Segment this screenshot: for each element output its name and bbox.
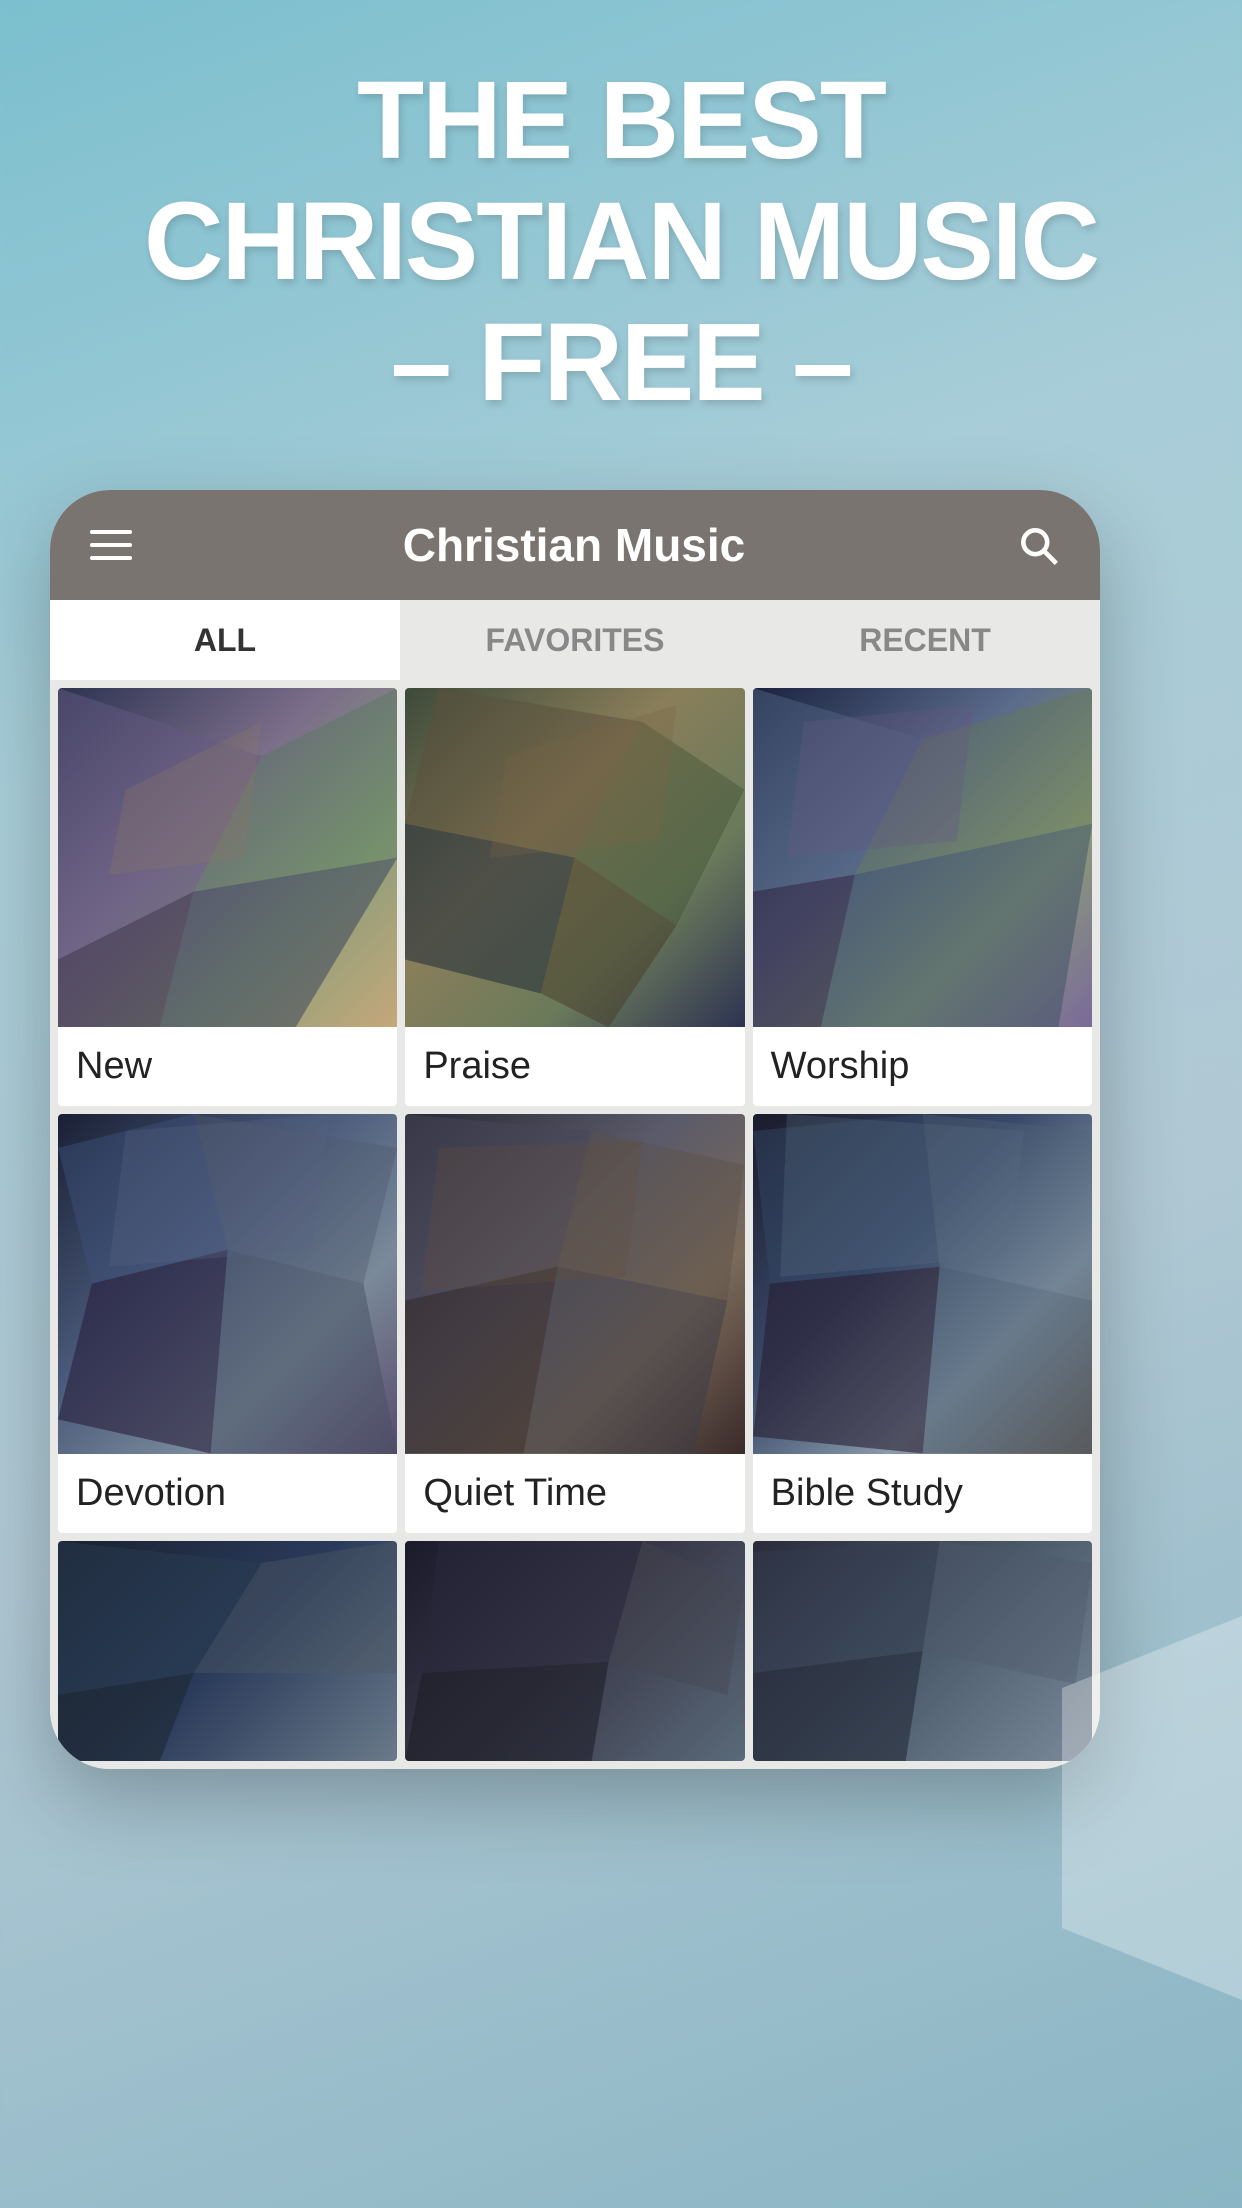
hero-line2: CHRISTIAN MUSIC bbox=[144, 180, 1098, 303]
category-bible-study[interactable]: Bible Study bbox=[753, 1114, 1092, 1532]
menu-icon[interactable] bbox=[90, 530, 132, 560]
tab-recent[interactable]: RECENT bbox=[750, 600, 1100, 680]
hero-line1: THE BEST bbox=[357, 59, 885, 182]
category-partial-1[interactable] bbox=[58, 1541, 397, 1761]
category-partial-3[interactable] bbox=[753, 1541, 1092, 1761]
category-praise[interactable]: Praise bbox=[405, 688, 744, 1106]
category-new[interactable]: New bbox=[58, 688, 397, 1106]
category-bible-study-label: Bible Study bbox=[753, 1454, 1092, 1533]
tabs-bar: ALL FAVORITES RECENT bbox=[50, 600, 1100, 680]
hero-line3: – FREE – bbox=[391, 301, 852, 424]
top-bar: Christian Music bbox=[50, 490, 1100, 600]
tab-favorites[interactable]: FAVORITES bbox=[400, 600, 750, 680]
tab-all[interactable]: ALL bbox=[50, 600, 400, 680]
category-grid-partial bbox=[50, 1541, 1100, 1769]
category-partial-2[interactable] bbox=[405, 1541, 744, 1761]
category-grid: New Praise bbox=[50, 680, 1100, 1541]
category-worship[interactable]: Worship bbox=[753, 688, 1092, 1106]
category-quiet-time[interactable]: Quiet Time bbox=[405, 1114, 744, 1532]
category-devotion-label: Devotion bbox=[58, 1454, 397, 1533]
search-icon[interactable] bbox=[1016, 523, 1060, 567]
category-praise-label: Praise bbox=[405, 1027, 744, 1106]
category-devotion[interactable]: Devotion bbox=[58, 1114, 397, 1532]
category-new-label: New bbox=[58, 1027, 397, 1106]
category-worship-label: Worship bbox=[753, 1027, 1092, 1106]
category-quiet-time-label: Quiet Time bbox=[405, 1454, 744, 1533]
hero-text: THE BEST CHRISTIAN MUSIC – FREE – bbox=[0, 60, 1242, 423]
app-title: Christian Music bbox=[132, 518, 1016, 572]
phone-frame: Christian Music ALL FAVORITES RECENT New bbox=[50, 490, 1100, 1769]
